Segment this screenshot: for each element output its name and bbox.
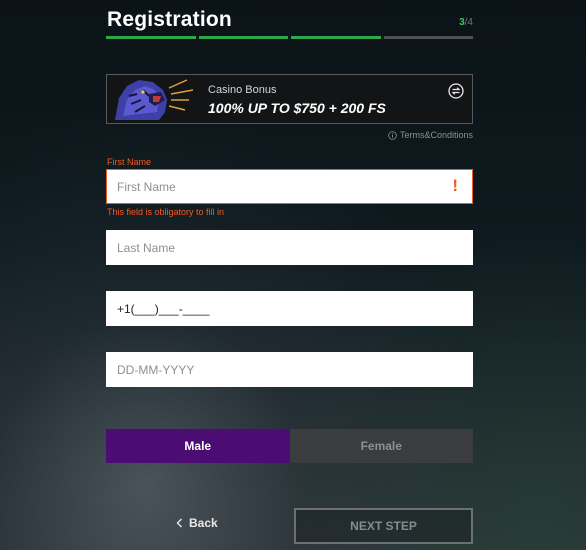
progress-segment-2 (198, 36, 288, 39)
progress-segment-4 (383, 36, 473, 39)
page-title: Registration (107, 8, 232, 31)
last-name-input[interactable] (107, 231, 472, 264)
gender-female-option[interactable]: Female (289, 429, 473, 463)
last-name-field[interactable] (106, 230, 473, 265)
progress-segment-1 (106, 36, 196, 39)
tiger-icon (109, 76, 197, 122)
first-name-label: First Name (107, 157, 152, 167)
terms-link[interactable]: Terms&Conditions (388, 130, 473, 140)
step-progress-bar (106, 36, 473, 39)
bonus-value: 100% UP TO $750 + 200 FS (208, 100, 386, 116)
gender-toggle: Male Female (106, 429, 473, 463)
next-step-button[interactable]: NEXT STEP (294, 508, 473, 544)
back-button[interactable]: Back (176, 516, 218, 530)
bonus-label: Casino Bonus (208, 84, 277, 96)
gender-male-option[interactable]: Male (106, 429, 290, 463)
bonus-card[interactable]: Casino Bonus 100% UP TO $750 + 200 FS (106, 74, 473, 124)
swap-icon[interactable] (448, 83, 464, 99)
first-name-field[interactable]: ! (106, 169, 473, 204)
info-icon (388, 130, 397, 140)
phone-input[interactable] (107, 292, 472, 325)
birthdate-input[interactable] (107, 353, 472, 386)
first-name-input[interactable] (107, 170, 472, 203)
phone-field[interactable] (106, 291, 473, 326)
form-header: Registration 3/4 (106, 0, 473, 38)
chevron-left-icon (176, 518, 182, 528)
birthdate-field[interactable] (106, 352, 473, 387)
terms-label: Terms&Conditions (399, 130, 473, 140)
first-name-error: This field is obligatory to fill in (107, 207, 225, 217)
error-icon: ! (452, 176, 458, 195)
step-total: /4 (464, 17, 473, 28)
registration-form: Registration 3/4 Casino Bonus 100% UP TO… (106, 0, 473, 544)
back-label: Back (189, 516, 218, 530)
progress-segment-3 (291, 36, 381, 39)
step-counter: 3/4 (459, 17, 473, 28)
